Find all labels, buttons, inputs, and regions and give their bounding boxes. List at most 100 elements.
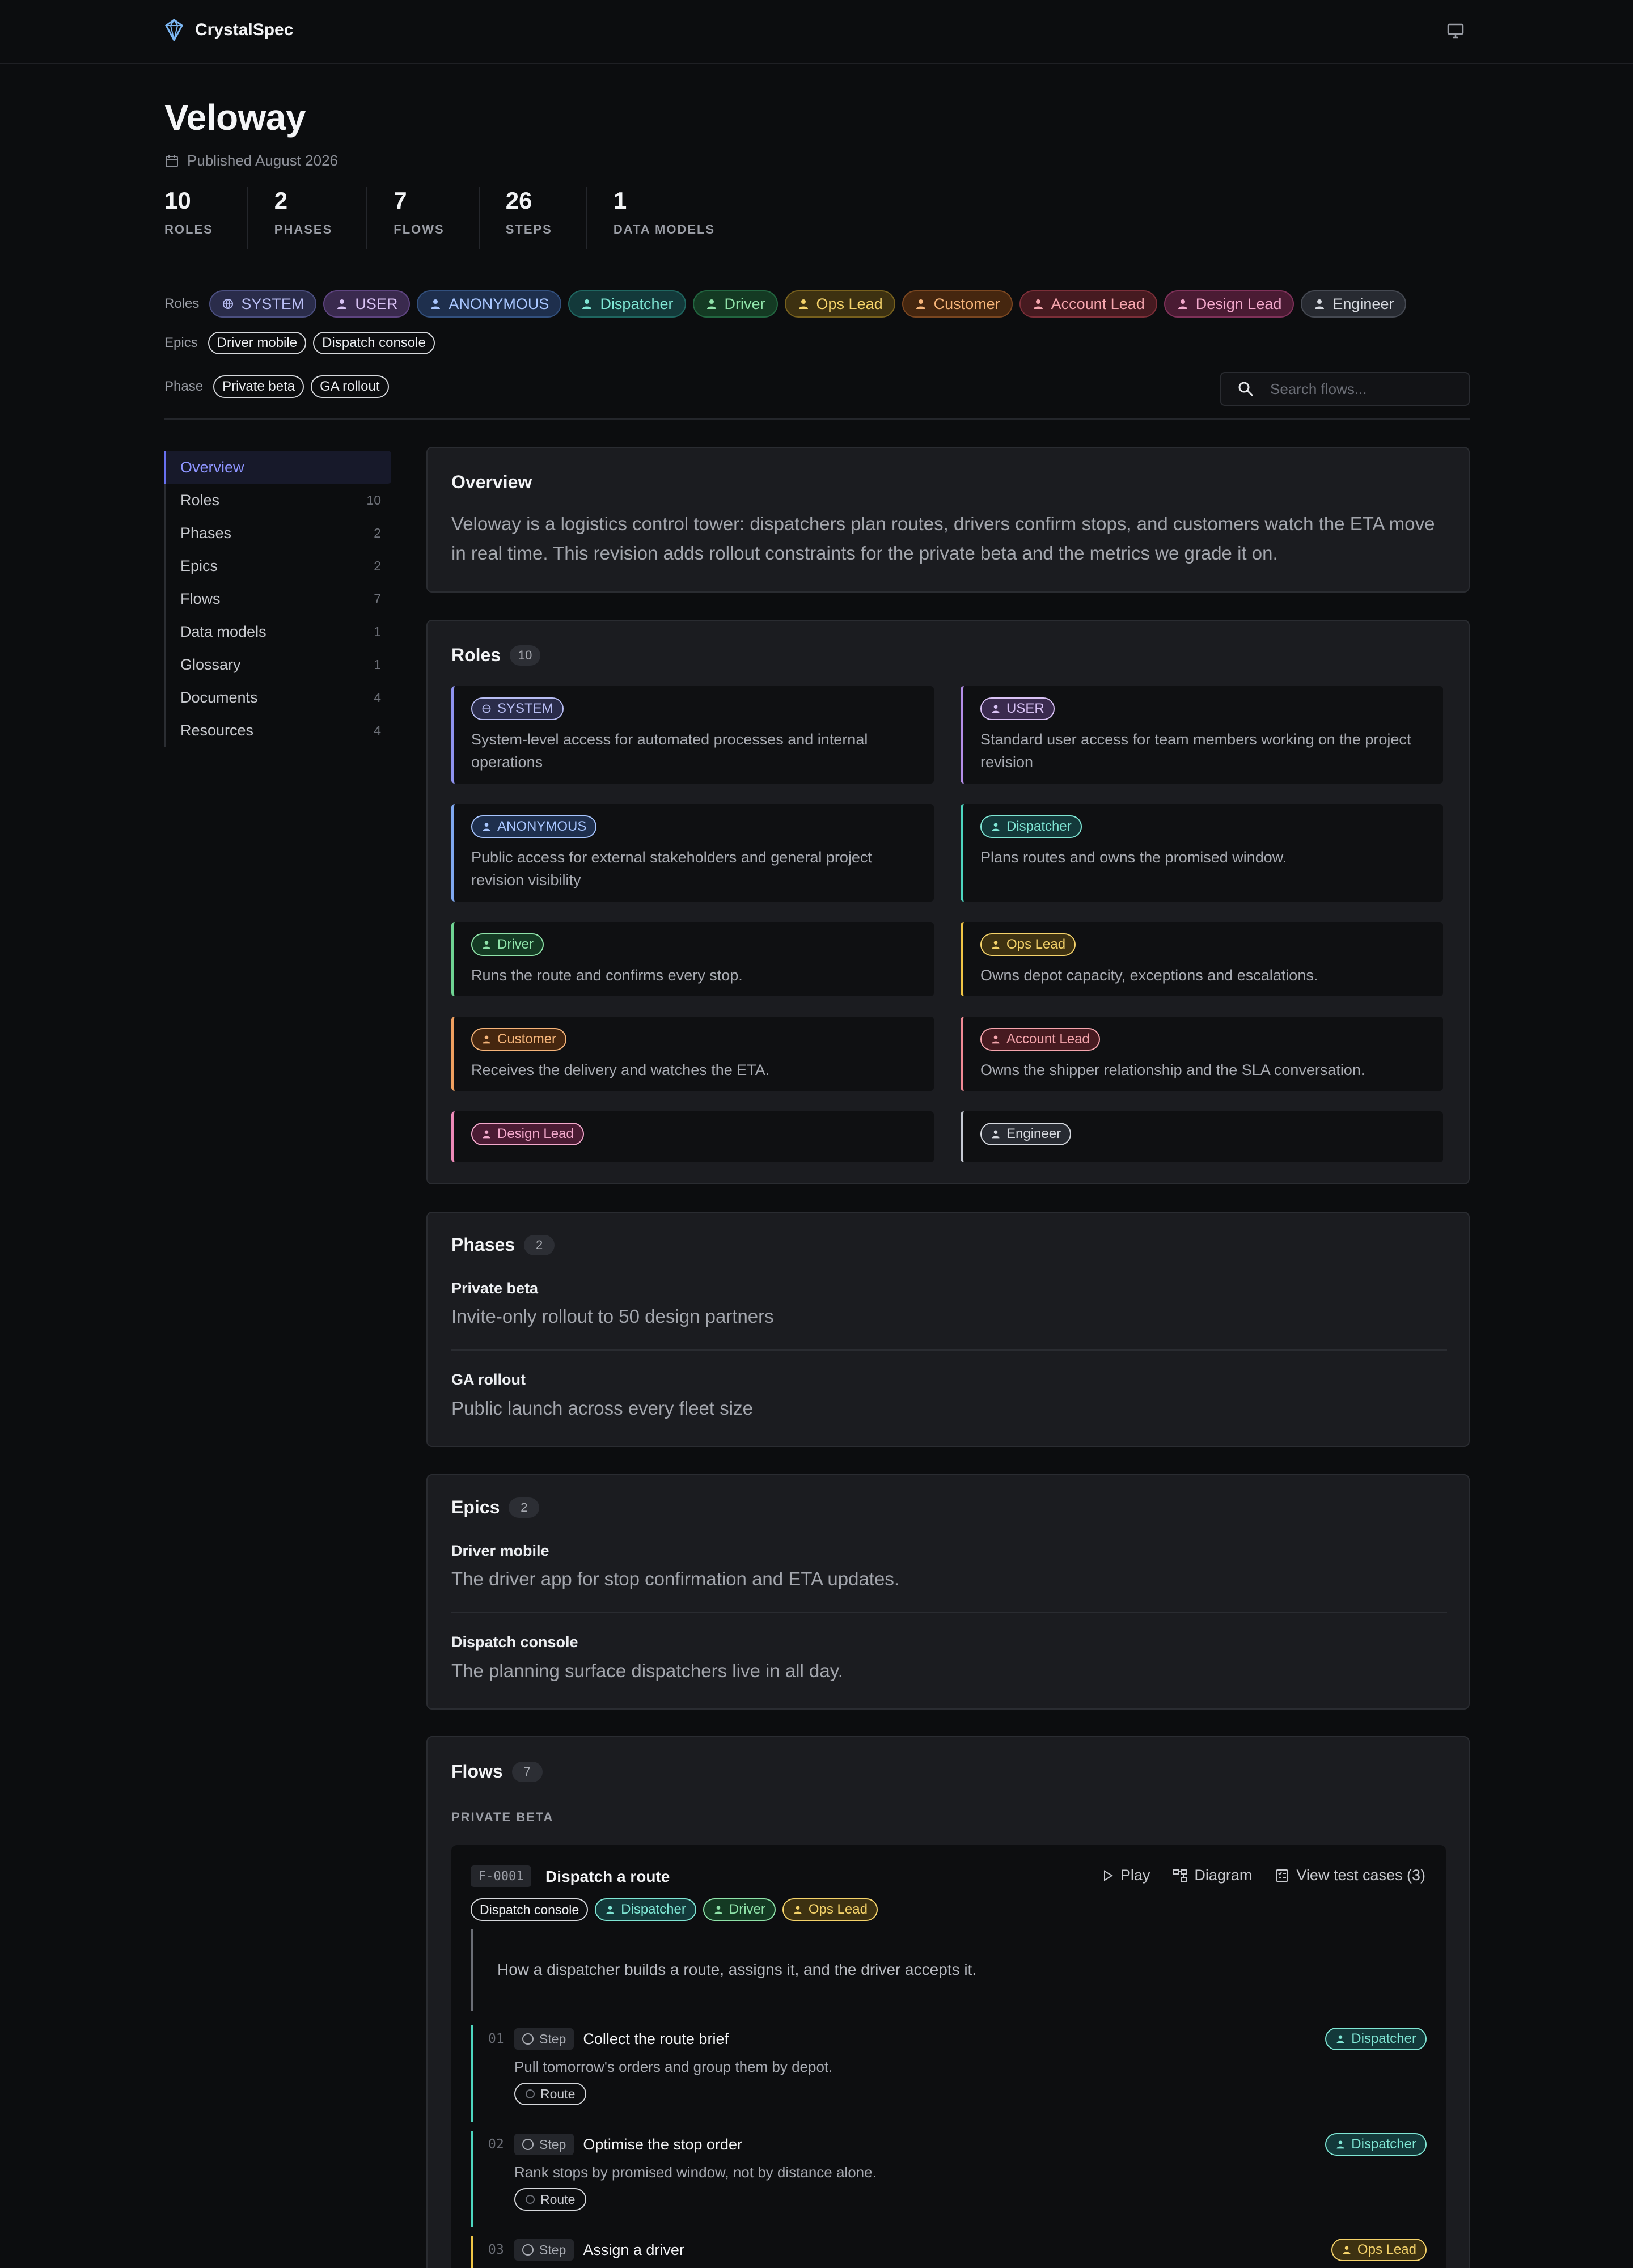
search-box[interactable]: Search flows... — [1220, 372, 1470, 406]
sidebar-item-data-models[interactable]: Data models 1 — [166, 615, 391, 648]
role-description: Owns depot capacity, exceptions and esca… — [980, 967, 1318, 984]
role-badge-label: Customer — [497, 1031, 557, 1047]
sidebar-item-documents[interactable]: Documents 4 — [166, 681, 391, 714]
person-icon — [606, 1906, 614, 1914]
role-chip-customer[interactable]: Customer — [902, 290, 1013, 318]
stat-label: STEPS — [505, 222, 552, 236]
role-card-account-lead: Account Lead Owns the shipper relationsh… — [961, 1017, 1443, 1091]
globe-icon — [223, 299, 234, 310]
view-test-cases-button[interactable]: View test cases (3) — [1275, 1867, 1425, 1884]
sidebar-item-label: Documents — [180, 688, 258, 706]
flow-step[interactable]: 02 Step Optimise the stop order Rank sto… — [471, 2131, 1429, 2227]
sidebar-item-phases[interactable]: Phases 2 — [166, 517, 391, 549]
role-badge: SYSTEM — [471, 697, 564, 720]
epic-name: Driver mobile — [451, 1542, 549, 1559]
roles-card: Roles 10 SYSTEM System-level access for a… — [426, 620, 1470, 1184]
role-badge: Ops Lead — [980, 933, 1076, 956]
flow-id: F-0001 — [471, 1865, 532, 1887]
search-input[interactable]: Search flows... — [1270, 380, 1367, 398]
step-role-chip[interactable]: Dispatcher — [1325, 2133, 1427, 2156]
roles-title: Roles — [451, 645, 501, 665]
sidebar-item-epics[interactable]: Epics 2 — [166, 549, 391, 582]
person-icon — [992, 941, 1000, 949]
play-button[interactable]: Play — [1102, 1867, 1150, 1884]
step-type-label: Step — [539, 2136, 566, 2152]
role-card-system: SYSTEM System-level access for automated… — [451, 686, 934, 784]
flow-step[interactable]: 01 Step Collect the route brief Pull tom… — [471, 2025, 1429, 2122]
person-icon — [992, 705, 1000, 713]
sidebar-item-flows[interactable]: Flows 7 — [166, 582, 391, 615]
flow-role-chip[interactable]: Dispatcher — [595, 1898, 696, 1921]
person-icon — [1178, 299, 1187, 309]
epic-filter-tag[interactable]: Driver mobile — [208, 332, 307, 354]
step-model-tag[interactable]: Route — [514, 2188, 587, 2211]
phase-filter-tag[interactable]: Private beta — [213, 375, 304, 398]
sidebar-item-roles[interactable]: Roles 10 — [166, 484, 391, 517]
sidebar-item-count: 2 — [374, 558, 381, 573]
flow-role-chip[interactable]: Ops Lead — [782, 1898, 878, 1921]
person-icon — [431, 299, 441, 309]
step-description: Pull tomorrow's orders and group them by… — [514, 2058, 833, 2075]
step-type-badge: Step — [514, 2134, 574, 2155]
role-chip-dispatcher[interactable]: Dispatcher — [568, 290, 686, 318]
role-badge-label: Account Lead — [1006, 1031, 1090, 1047]
circle-icon — [526, 2089, 535, 2098]
step-model-tag[interactable]: Route — [514, 2083, 587, 2105]
chip-label: Driver — [724, 295, 765, 312]
sidebar-item-label: Roles — [180, 491, 220, 509]
person-icon — [992, 1130, 1000, 1139]
role-chip-engineer[interactable]: Engineer — [1301, 290, 1407, 318]
sidebar-item-overview[interactable]: Overview — [164, 451, 391, 484]
step-title: Assign a driver — [583, 2241, 684, 2258]
flow-role-chip[interactable]: Driver — [703, 1898, 776, 1921]
person-icon — [798, 299, 808, 309]
role-badge-label: ANONYMOUS — [497, 819, 587, 834]
role-chip-system[interactable]: SYSTEM — [209, 290, 317, 318]
role-badge: ANONYMOUS — [471, 815, 597, 838]
play-icon — [1103, 1869, 1113, 1881]
role-description: Receives the delivery and watches the ET… — [471, 1061, 770, 1078]
person-icon — [714, 1906, 722, 1914]
phase-name: GA rollout — [451, 1371, 526, 1388]
step-number: 03 — [488, 2242, 504, 2257]
diagram-button[interactable]: Diagram — [1173, 1867, 1252, 1884]
chip-label: Dispatcher — [621, 1902, 686, 1917]
phase-filter-label: Phase — [164, 379, 204, 394]
section-title: Epics 2 — [451, 1497, 540, 1518]
step-role-chip[interactable]: Ops Lead — [1331, 2239, 1427, 2261]
flow-step[interactable]: 03 Step Assign a driver Ops Lead — [471, 2236, 1429, 2268]
role-chip-driver[interactable]: Driver — [692, 290, 778, 318]
role-chip-user[interactable]: USER — [323, 290, 411, 318]
stat-label: FLOWS — [394, 222, 445, 236]
step-header: 03 Step Assign a driver — [488, 2236, 1429, 2263]
person-icon — [582, 299, 592, 309]
role-chip-ops-lead[interactable]: Ops Lead — [784, 290, 895, 318]
role-chip-account-lead[interactable]: Account Lead — [1019, 290, 1157, 318]
circle-icon — [522, 2139, 534, 2150]
person-icon — [992, 823, 1000, 831]
person-icon — [483, 1035, 490, 1044]
brand[interactable]: CrystalSpec — [164, 19, 293, 41]
role-chip-anonymous[interactable]: ANONYMOUS — [417, 290, 562, 318]
sidebar-item-resources[interactable]: Resources 4 — [166, 714, 391, 747]
role-card-engineer: Engineer — [961, 1111, 1443, 1162]
chip-label: Dispatcher — [600, 295, 674, 312]
stat-phases: 2 PHASES — [274, 187, 368, 249]
step-role-chip[interactable]: Dispatcher — [1325, 2028, 1427, 2050]
role-card-user: USER Standard user access for team membe… — [961, 686, 1443, 784]
sidebar-item-glossary[interactable]: Glossary 1 — [166, 648, 391, 681]
overview-card: Overview Veloway is a logistics control … — [426, 447, 1470, 593]
published-text: Published August 2026 — [187, 152, 338, 169]
flow-card[interactable]: F-0001 Dispatch a route Play Diagram Vie… — [451, 1845, 1446, 2268]
role-chip-design-lead[interactable]: Design Lead — [1164, 290, 1294, 318]
section-title: Roles 10 — [451, 645, 541, 666]
step-title: Optimise the stop order — [583, 2135, 742, 2153]
step-type-label: Step — [539, 2031, 566, 2046]
phase-filter-tag[interactable]: GA rollout — [311, 375, 389, 398]
step-type-badge: Step — [514, 2239, 574, 2261]
flow-epic-tag[interactable]: Dispatch console — [471, 1898, 589, 1921]
page-title: Veloway — [164, 97, 306, 138]
epic-filter-tag[interactable]: Dispatch console — [313, 332, 435, 354]
project-header: Veloway Published August 2026 — [164, 96, 1469, 170]
monitor-icon[interactable] — [1446, 22, 1465, 40]
